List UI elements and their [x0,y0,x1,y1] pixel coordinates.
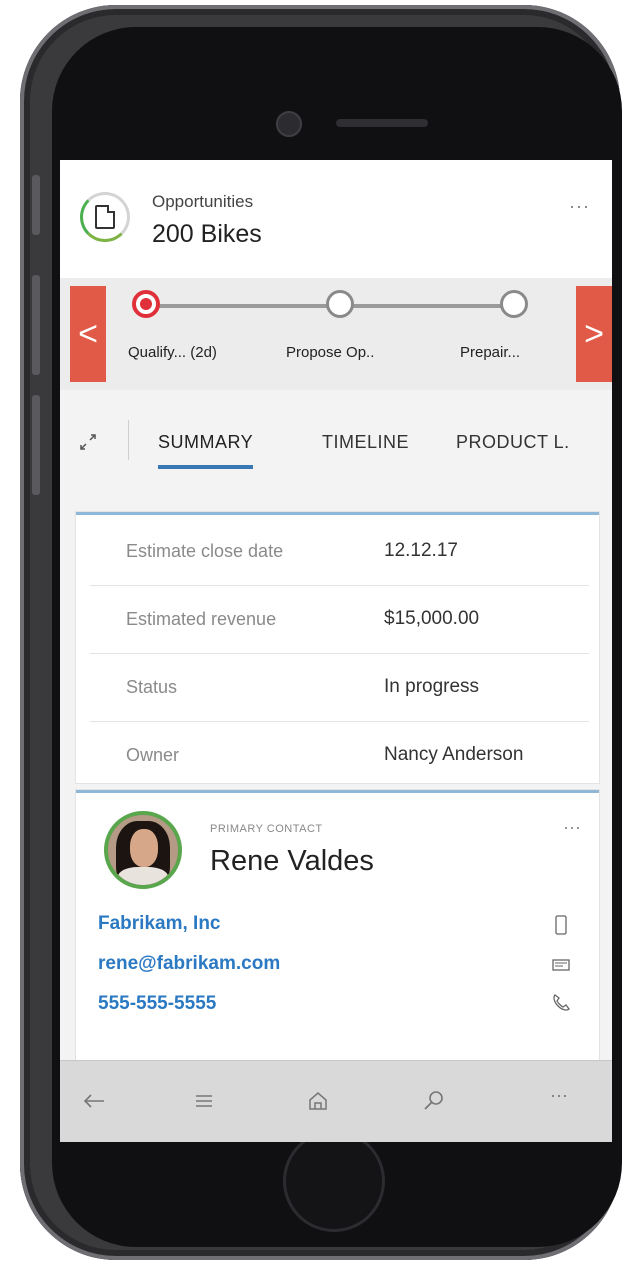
business-process-bar: < Qualify... (2d) Propose Op.. Prepair..… [60,278,612,390]
home-icon[interactable] [304,1087,332,1115]
more-options-icon[interactable]: ··· [569,196,590,217]
mobile-phone-icon[interactable] [551,915,571,935]
front-camera [276,111,302,137]
mute-switch [32,175,40,235]
email-icon[interactable] [551,955,571,975]
expand-icon[interactable] [80,434,96,450]
field-value: Nancy Anderson [384,744,524,765]
stage-label-prepare[interactable]: Prepair... [460,344,520,361]
next-stage-button[interactable]: > [576,286,612,382]
app-screen: Opportunities 200 Bikes ··· < Qualify...… [60,160,612,1142]
more-options-icon[interactable]: ··· [550,1085,578,1113]
menu-icon[interactable] [190,1087,218,1115]
tab-product-lines[interactable]: PRODUCT L. [456,432,570,453]
tab-bar: SUMMARY TIMELINE PRODUCT L. [60,390,612,500]
search-icon[interactable] [420,1087,448,1115]
contact-company-link[interactable]: Fabrikam, Inc [98,913,221,935]
field-label: Status [126,677,178,697]
stage-label-qualify[interactable]: Qualify... (2d) [128,344,217,361]
tab-timeline[interactable]: TIMELINE [322,432,409,453]
field-value: $15,000.00 [384,608,480,629]
volume-down-button [32,395,40,495]
field-row[interactable]: Status In progress [90,653,589,722]
opportunity-icon [80,192,130,242]
stage-propose-indicator[interactable] [326,290,354,318]
record-header: Opportunities 200 Bikes ··· [60,160,612,278]
record-title: 200 Bikes [152,220,262,248]
stage-prepare-indicator[interactable] [500,290,528,318]
contact-email-link[interactable]: rene@fabrikam.com [98,953,280,975]
field-label: Estimate close date [126,541,284,561]
home-button[interactable] [283,1130,385,1232]
back-arrow-icon[interactable] [80,1087,108,1115]
field-value: 12.12.17 [384,540,458,561]
entity-type-label: Opportunities [152,192,254,211]
field-row[interactable]: Owner Nancy Anderson [90,721,589,789]
field-row[interactable]: Estimated revenue $15,000.00 [90,585,589,654]
previous-stage-button[interactable]: < [70,286,106,382]
tab-divider [128,420,129,460]
field-row[interactable]: Estimate close date 12.12.17 [90,517,589,586]
bottom-nav-bar: ··· [60,1060,612,1142]
volume-up-button [32,275,40,375]
field-label: Estimated revenue [126,609,277,629]
stage-qualify-indicator[interactable] [132,290,160,318]
primary-contact-card: PRIMARY CONTACT Rene Valdes ··· Fabrikam… [76,790,599,1063]
contact-more-options-icon[interactable]: ··· [563,817,581,838]
phone-call-icon[interactable] [551,993,571,1013]
avatar[interactable] [104,811,182,889]
earpiece-speaker [336,119,428,127]
field-label: Owner [126,745,180,765]
form-content: Estimate close date 12.12.17 Estimated r… [60,500,612,1063]
field-value: In progress [384,676,480,697]
stage-label-propose[interactable]: Propose Op.. [286,344,374,361]
tab-summary[interactable]: SUMMARY [158,432,254,469]
contact-section-label: PRIMARY CONTACT [210,823,323,835]
contact-name[interactable]: Rene Valdes [210,845,374,878]
contact-phone-link[interactable]: 555-555-5555 [98,993,216,1015]
summary-card: Estimate close date 12.12.17 Estimated r… [76,512,599,783]
